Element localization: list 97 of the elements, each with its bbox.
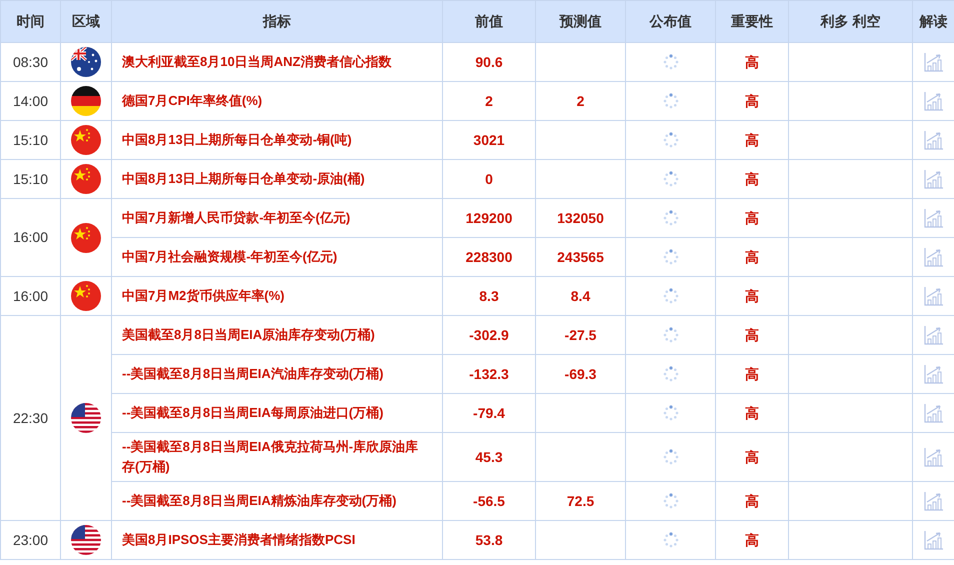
column-header: 前值: [442, 0, 536, 42]
indicator-cell: 中国8月13日上期所每日仓单变动-原油(桶): [112, 160, 442, 198]
loading-icon: [662, 132, 678, 148]
loading-icon: [662, 366, 678, 382]
forecast-cell: 243565: [536, 238, 626, 276]
indicator-cell: 美国截至8月8日当周EIA原油库存变动(万桶): [112, 316, 442, 354]
forecast-cell: 2: [536, 82, 626, 120]
importance-cell: 高: [716, 238, 788, 276]
loading-icon: [662, 54, 678, 70]
indicator-cell: 中国7月社会融资规模-年初至今(亿元): [112, 238, 442, 276]
chart-icon[interactable]: [924, 169, 944, 189]
indicator-cell: --美国截至8月8日当周EIA俄克拉荷马州-库欣原油库存(万桶): [112, 432, 442, 482]
indicator-cell: 澳大利亚截至8月10日当周ANZ消费者信心指数: [112, 42, 442, 82]
chart-icon[interactable]: [924, 530, 944, 550]
loading-icon: [662, 493, 678, 509]
chart-icon[interactable]: [924, 447, 944, 467]
column-header: 解读: [912, 0, 954, 42]
loading-icon: [662, 532, 678, 548]
time-cell: 16:00: [0, 198, 60, 276]
forecast-cell: -27.5: [536, 316, 626, 354]
importance-cell: 高: [716, 394, 788, 432]
chart-icon[interactable]: [924, 364, 944, 384]
importance-cell: 高: [716, 42, 788, 82]
previous-cell: 129200: [442, 198, 536, 238]
forecast-cell: -69.3: [536, 354, 626, 394]
importance-cell: 高: [716, 482, 788, 520]
loading-icon: [662, 449, 678, 465]
indicator-cell: 美国8月IPSOS主要消费者情绪指数PCSI: [112, 520, 442, 560]
loading-icon: [662, 327, 678, 343]
chart-icon[interactable]: [924, 325, 944, 345]
chart-icon[interactable]: [924, 403, 944, 423]
column-header: 利多 利空: [788, 0, 912, 42]
column-header: 指标: [112, 0, 442, 42]
previous-cell: 90.6: [442, 42, 536, 82]
column-header: 时间: [0, 0, 60, 42]
previous-cell: 8.3: [442, 276, 536, 316]
time-cell: 16:00: [0, 276, 60, 316]
time-cell: 15:10: [0, 120, 60, 160]
loading-icon: [662, 93, 678, 109]
previous-cell: 2: [442, 82, 536, 120]
importance-cell: 高: [716, 354, 788, 394]
loading-icon: [662, 288, 678, 304]
loading-icon: [662, 171, 678, 187]
flag-icon: [71, 125, 101, 155]
indicator-cell: --美国截至8月8日当周EIA精炼油库存变动(万桶): [112, 482, 442, 520]
previous-cell: 45.3: [442, 432, 536, 482]
column-header: 预测值: [536, 0, 626, 42]
forecast-cell: 72.5: [536, 482, 626, 520]
importance-cell: 高: [716, 160, 788, 198]
chart-icon[interactable]: [924, 91, 944, 111]
loading-icon: [662, 249, 678, 265]
loading-icon: [662, 405, 678, 421]
flag-icon: [71, 281, 101, 311]
indicator-cell: 德国7月CPI年率终值(%): [112, 82, 442, 120]
chart-icon[interactable]: [924, 52, 944, 72]
importance-cell: 高: [716, 120, 788, 160]
previous-cell: -132.3: [442, 354, 536, 394]
importance-cell: 高: [716, 82, 788, 120]
column-header: 区域: [60, 0, 112, 42]
importance-cell: 高: [716, 520, 788, 560]
chart-icon[interactable]: [924, 208, 944, 228]
forecast-cell: 8.4: [536, 276, 626, 316]
importance-cell: 高: [716, 432, 788, 482]
previous-cell: 228300: [442, 238, 536, 276]
previous-cell: -302.9: [442, 316, 536, 354]
flag-icon: [71, 86, 101, 116]
column-header: 重要性: [716, 0, 788, 42]
chart-icon[interactable]: [924, 247, 944, 267]
forecast-cell: 132050: [536, 198, 626, 238]
flag-icon: [71, 403, 101, 433]
time-cell: 14:00: [0, 82, 60, 120]
chart-icon[interactable]: [924, 491, 944, 511]
indicator-cell: 中国7月M2货币供应年率(%): [112, 276, 442, 316]
chart-icon[interactable]: [924, 286, 944, 306]
time-cell: 08:30: [0, 42, 60, 82]
flag-icon: [71, 47, 101, 77]
importance-cell: 高: [716, 276, 788, 316]
previous-cell: -56.5: [442, 482, 536, 520]
flag-icon: [71, 222, 101, 252]
flag-icon: [71, 525, 101, 555]
time-cell: 23:00: [0, 520, 60, 560]
chart-icon[interactable]: [924, 130, 944, 150]
indicator-cell: 中国7月新增人民币贷款-年初至今(亿元): [112, 198, 442, 238]
importance-cell: 高: [716, 316, 788, 354]
flag-icon: [71, 164, 101, 194]
loading-icon: [662, 210, 678, 226]
time-cell: 22:30: [0, 316, 60, 520]
column-header: 公布值: [626, 0, 716, 42]
previous-cell: 53.8: [442, 520, 536, 560]
previous-cell: 0: [442, 160, 536, 198]
time-cell: 15:10: [0, 160, 60, 198]
indicator-cell: --美国截至8月8日当周EIA每周原油进口(万桶): [112, 394, 442, 432]
previous-cell: -79.4: [442, 394, 536, 432]
indicator-cell: --美国截至8月8日当周EIA汽油库存变动(万桶): [112, 354, 442, 394]
importance-cell: 高: [716, 198, 788, 238]
indicator-cell: 中国8月13日上期所每日仓单变动-铜(吨): [112, 120, 442, 160]
previous-cell: 3021: [442, 120, 536, 160]
